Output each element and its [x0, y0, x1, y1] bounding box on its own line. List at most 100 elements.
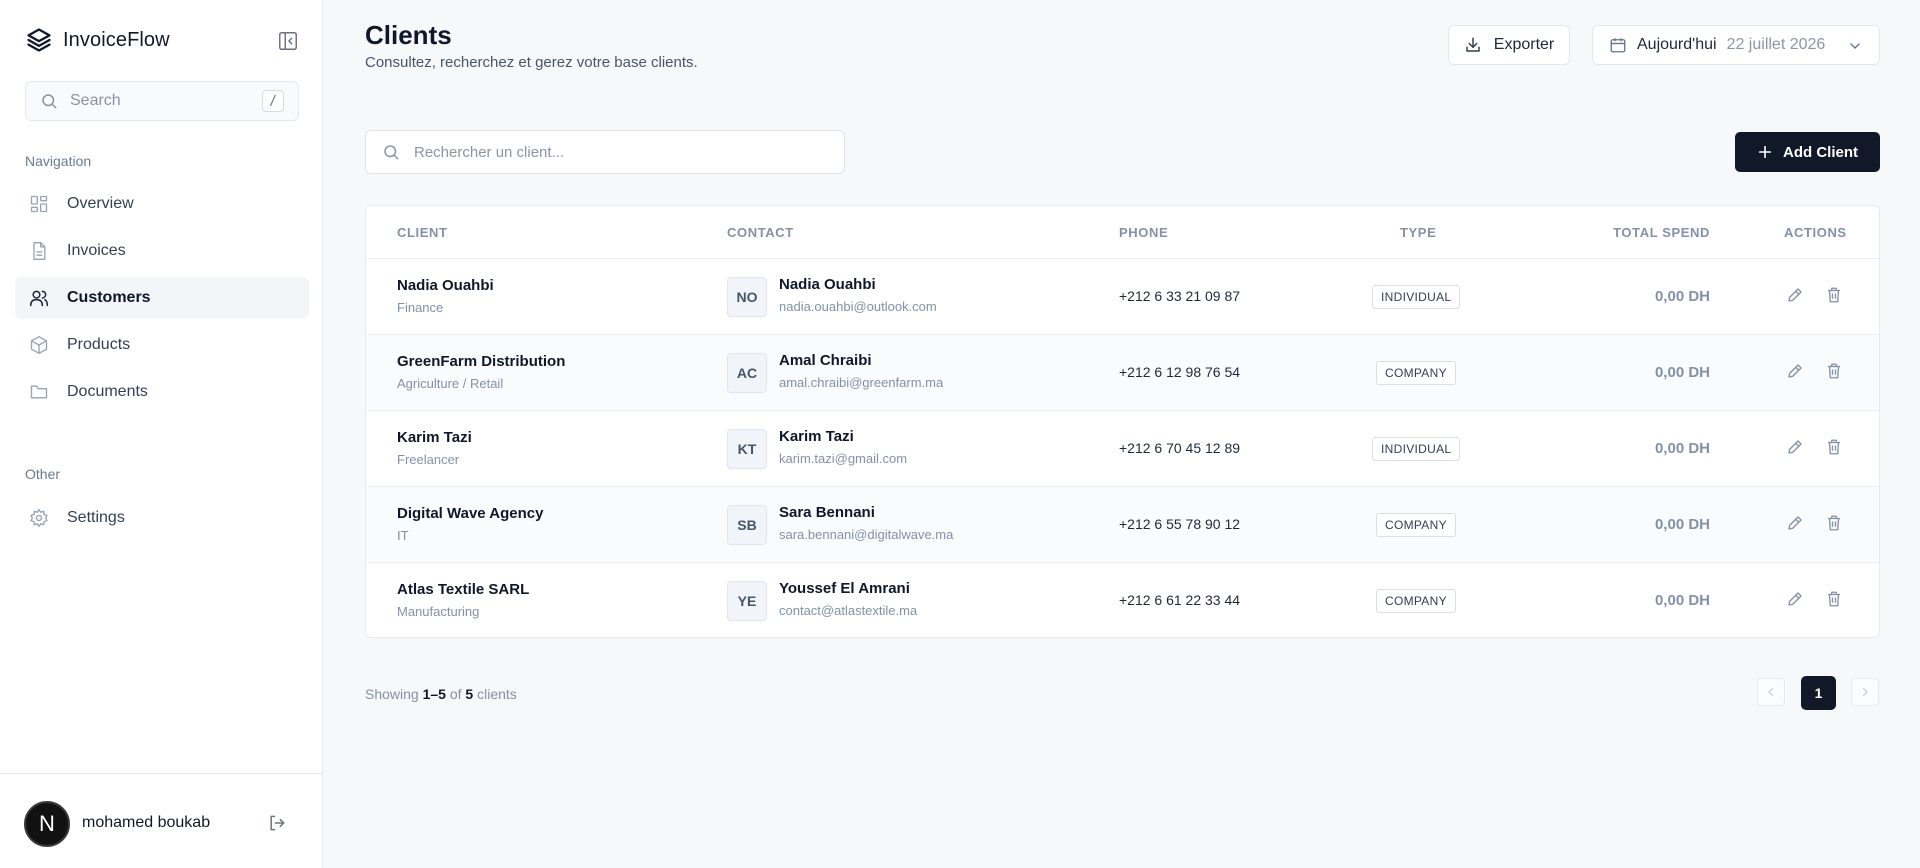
- file-icon: [33, 242, 46, 260]
- edit-icon[interactable]: [1786, 286, 1804, 304]
- sidebar-item-label: Customers: [67, 289, 151, 306]
- download-icon: [1466, 37, 1480, 52]
- contact-email: amal.chraibi@greenfarm.ma: [779, 375, 944, 390]
- user-name: mohamed boukab: [82, 814, 211, 831]
- total-spend: 0,00 DH: [1654, 364, 1710, 381]
- sidebar-item-customers[interactable]: Customers: [15, 277, 309, 319]
- column-header-total-spend: TOTAL SPEND: [1613, 225, 1710, 240]
- previous-page-button[interactable]: [1757, 678, 1785, 706]
- sidebar-item-label: Products: [67, 336, 131, 353]
- contact-email: sara.bennani@digitalwave.ma: [779, 527, 954, 542]
- add-client-label: Add Client: [1783, 143, 1858, 161]
- contact-name: Sara Bennani: [779, 504, 875, 521]
- table-row[interactable]: GreenFarm Distribution Agriculture / Ret…: [366, 335, 1879, 411]
- brand[interactable]: InvoiceFlow: [25, 26, 170, 54]
- chevron-left-icon: [1768, 687, 1774, 697]
- contact-avatar: SB: [727, 505, 767, 545]
- chevron-right-icon: [1862, 687, 1868, 697]
- column-header-contact: CONTACT: [727, 225, 794, 240]
- sidebar-item-label: Documents: [67, 383, 148, 400]
- client-sector: IT: [397, 528, 409, 543]
- contact-name: Karim Tazi: [779, 428, 854, 445]
- trash-icon[interactable]: [1825, 514, 1843, 532]
- contact-avatar: AC: [727, 353, 767, 393]
- search-icon: [384, 145, 399, 160]
- chevron-down-icon: [1850, 43, 1860, 49]
- client-name: Nadia Ouahbi: [397, 277, 494, 294]
- sidebar-search[interactable]: Search /: [25, 81, 299, 121]
- sidebar-item-invoices[interactable]: Invoices: [15, 230, 309, 272]
- trash-icon[interactable]: [1825, 286, 1843, 304]
- sidebar: InvoiceFlow Search / Navigation Overview…: [0, 0, 323, 868]
- date-label: Aujourd'hui: [1637, 36, 1717, 53]
- date-picker[interactable]: Aujourd'hui 22 juillet 2026: [1592, 25, 1880, 65]
- edit-icon[interactable]: [1786, 362, 1804, 380]
- total-spend: 0,00 DH: [1654, 288, 1710, 305]
- client-sector: Manufacturing: [397, 604, 480, 619]
- type-badge: INDIVIDUAL: [1372, 437, 1461, 461]
- contact-name: Nadia Ouahbi: [779, 276, 876, 293]
- type-badge: COMPANY: [1376, 513, 1456, 537]
- next-page-button[interactable]: [1851, 678, 1879, 706]
- table-row[interactable]: Atlas Textile SARL Manufacturing YE Yous…: [366, 563, 1879, 637]
- logout-icon[interactable]: [267, 813, 287, 833]
- edit-icon[interactable]: [1786, 438, 1804, 456]
- edit-icon[interactable]: [1786, 514, 1804, 532]
- client-name: Digital Wave Agency: [397, 505, 544, 522]
- column-header-client: CLIENT: [397, 225, 448, 240]
- box-icon: [30, 336, 48, 354]
- avatar[interactable]: N: [24, 801, 70, 847]
- column-header-actions: ACTIONS: [1784, 225, 1847, 240]
- client-name: Karim Tazi: [397, 429, 472, 446]
- sidebar-item-products[interactable]: Products: [15, 324, 309, 366]
- trash-icon[interactable]: [1825, 362, 1843, 380]
- table-row[interactable]: Karim Tazi Freelancer KT Karim Tazi kari…: [366, 411, 1879, 487]
- client-sector: Finance: [397, 300, 444, 315]
- table-row[interactable]: Nadia Ouahbi Finance NO Nadia Ouahbi nad…: [366, 259, 1879, 335]
- sidebar-item-overview[interactable]: Overview: [15, 183, 309, 225]
- sidebar-item-settings[interactable]: Settings: [15, 497, 309, 539]
- sidebar-item-label: Settings: [67, 509, 125, 526]
- app-name: InvoiceFlow: [63, 28, 170, 51]
- contact-avatar: KT: [727, 429, 767, 469]
- trash-icon[interactable]: [1825, 438, 1843, 456]
- showing-unit: clients: [477, 686, 517, 702]
- client-phone: +212 6 12 98 76 54: [1119, 364, 1241, 380]
- contact-name: Amal Chraibi: [779, 352, 872, 369]
- export-label: Exporter: [1493, 36, 1555, 53]
- sidebar-item-label: Invoices: [67, 242, 126, 259]
- contact-name: Youssef El Amrani: [779, 580, 910, 597]
- column-header-type: TYPE: [1400, 225, 1437, 240]
- total-spend: 0,00 DH: [1654, 592, 1710, 609]
- table-row[interactable]: Digital Wave Agency IT SB Sara Bennani s…: [366, 487, 1879, 563]
- client-phone: +212 6 33 21 09 87: [1119, 288, 1241, 304]
- pagination-summary: Showing 1–5 of 5 clients: [365, 686, 517, 702]
- page-subtitle: Consultez, recherchez et gerez votre bas…: [365, 54, 698, 71]
- grid-icon: [30, 195, 48, 213]
- sidebar-item-documents[interactable]: Documents: [15, 371, 309, 413]
- showing-total: 5: [465, 686, 474, 702]
- contact-email: nadia.ouahbi@outlook.com: [779, 299, 937, 314]
- user-panel: N mohamed boukab: [0, 773, 323, 868]
- add-client-button[interactable]: Add Client: [1735, 132, 1880, 172]
- client-phone: +212 6 61 22 33 44: [1119, 592, 1241, 608]
- client-search-placeholder: Rechercher un client...: [414, 143, 565, 161]
- client-phone: +212 6 70 45 12 89: [1119, 440, 1241, 456]
- export-button[interactable]: Exporter: [1448, 25, 1570, 65]
- showing-label: Showing: [365, 686, 419, 702]
- nav-section-label: Navigation: [25, 153, 92, 169]
- current-page-button[interactable]: 1: [1801, 676, 1836, 710]
- trash-icon[interactable]: [1825, 590, 1843, 608]
- client-sector: Freelancer: [397, 452, 460, 467]
- edit-icon[interactable]: [1786, 590, 1804, 608]
- contact-avatar: NO: [727, 277, 767, 317]
- contact-avatar: YE: [727, 581, 767, 621]
- gear-icon: [30, 508, 48, 528]
- client-search-input[interactable]: Rechercher un client...: [365, 130, 845, 174]
- search-shortcut-key: /: [262, 90, 284, 112]
- showing-of: of: [449, 686, 462, 702]
- sidebar-collapse-icon[interactable]: [277, 30, 299, 52]
- contact-email: karim.tazi@gmail.com: [779, 451, 908, 466]
- table-header: CLIENT CONTACT PHONE TYPE TOTAL SPEND AC…: [366, 206, 1879, 259]
- other-section-label: Other: [25, 466, 61, 482]
